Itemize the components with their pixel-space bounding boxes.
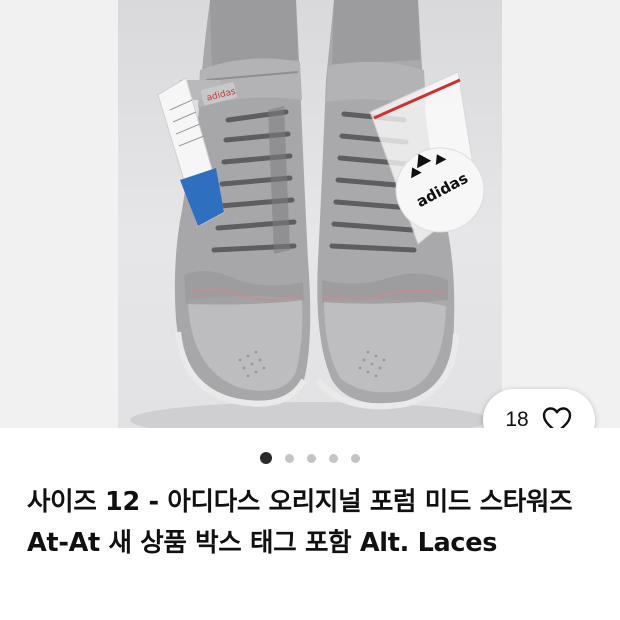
pagination-dot-5[interactable] bbox=[351, 453, 360, 463]
pagination-dot-2[interactable] bbox=[285, 453, 294, 463]
pagination-dot-1[interactable] bbox=[260, 452, 272, 464]
favorite-count: 18 bbox=[505, 408, 529, 428]
image-gallery[interactable]: adidas adidas 18 bbox=[0, 0, 620, 428]
favorite-button[interactable]: 18 bbox=[483, 389, 595, 428]
product-photo[interactable]: adidas adidas bbox=[118, 0, 502, 428]
heart-outline-icon bbox=[542, 407, 571, 428]
sneakers-illustration: adidas adidas bbox=[130, 0, 490, 428]
pagination-dot-4[interactable] bbox=[329, 453, 338, 463]
gallery-pagination bbox=[0, 450, 620, 466]
listing-title: 사이즈 12 - 아디다스 오리지널 포럼 미드 스타워즈 At-At 새 상품… bbox=[27, 487, 573, 558]
pagination-dot-3[interactable] bbox=[307, 453, 316, 463]
